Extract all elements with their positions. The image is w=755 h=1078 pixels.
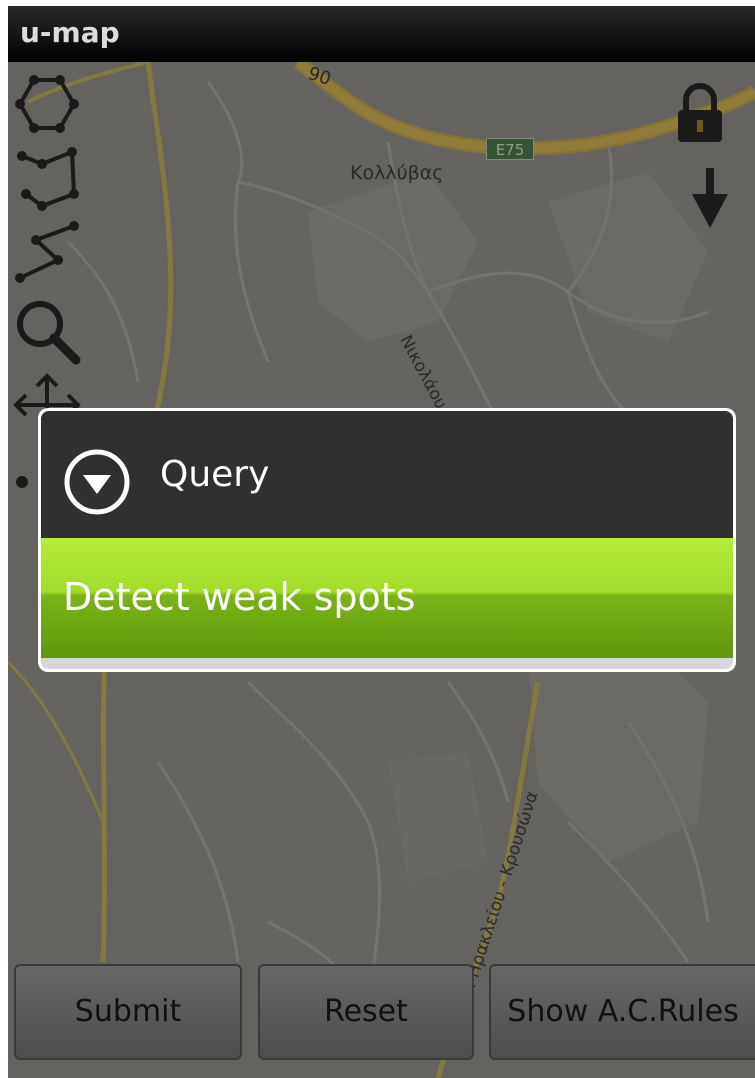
lock-icon[interactable]: [672, 82, 728, 146]
app-title-bar: u-map: [8, 6, 755, 62]
menu-item-detect-weak-spots[interactable]: Detect weak spots: [41, 538, 733, 658]
menu-item-label: Detect weak spots: [63, 575, 416, 619]
magnifier-icon[interactable]: [12, 296, 82, 366]
app-title: u-map: [20, 16, 120, 49]
polygon-icon[interactable]: [12, 70, 82, 140]
reset-button[interactable]: Reset: [258, 964, 474, 1060]
dialog-header: Query: [41, 411, 733, 538]
show-ac-rules-button[interactable]: Show A.C.Rules: [489, 964, 755, 1060]
dialog-title: Query: [160, 454, 270, 495]
arrow-down-icon[interactable]: [690, 168, 730, 230]
submit-button[interactable]: Submit: [14, 964, 242, 1060]
query-dialog: Query Detect weak spots: [38, 408, 736, 672]
app-screen: u-map 90 E75 Κολλύβας Νικολάου Πλασ Ρ.Οδ…: [8, 6, 755, 1078]
zigzag-line-icon[interactable]: [12, 218, 82, 288]
polyline-icon[interactable]: [12, 144, 82, 214]
expand-circle-icon: [63, 448, 131, 516]
